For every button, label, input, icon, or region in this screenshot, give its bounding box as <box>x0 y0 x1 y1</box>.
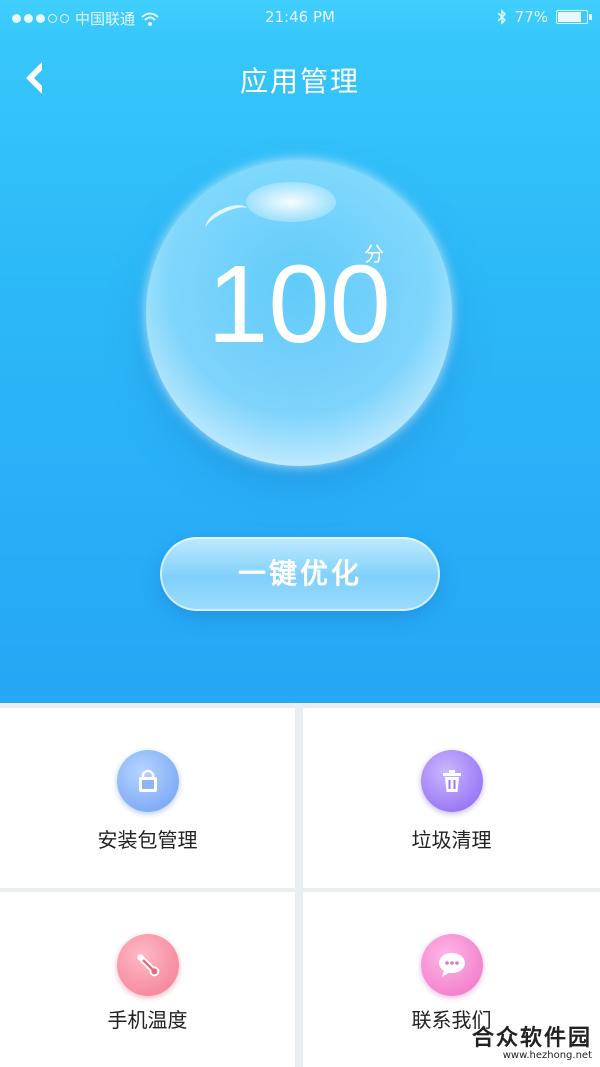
watermark-title: 合众软件园 <box>471 1026 592 1051</box>
grid-item-junk-clean[interactable]: 垃圾清理 <box>303 708 600 888</box>
score-unit: 分 <box>364 242 384 266</box>
grid-item-package-manager[interactable]: 安装包管理 <box>0 708 295 888</box>
grid-item-label: 安装包管理 <box>97 828 198 852</box>
watermark: 合众软件园 www.hezhong.net <box>472 1020 592 1061</box>
battery-fill <box>558 12 582 22</box>
battery-percent: 77% <box>514 8 548 26</box>
trash-icon <box>420 750 483 812</box>
score-value: 100 <box>207 243 391 366</box>
feature-grid: 安装包管理 垃圾清理 手机温度 联系我们 <box>0 703 600 1067</box>
thermometer-icon <box>116 934 179 996</box>
grid-item-label: 垃圾清理 <box>411 828 492 852</box>
orb-highlight <box>246 182 336 222</box>
shopping-bag-icon <box>116 750 179 812</box>
optimize-button[interactable]: 一键优化 <box>160 537 440 611</box>
grid-item-phone-temperature[interactable]: 手机温度 <box>0 892 295 1067</box>
chat-bubble-icon <box>420 934 483 996</box>
page-title: 应用管理 <box>239 65 360 98</box>
status-bar: 中国联通 21:46 PM 77% <box>0 0 600 36</box>
battery-icon <box>556 10 592 24</box>
orb-reflection <box>201 199 253 239</box>
score-orb: 100 分 <box>146 160 452 466</box>
bluetooth-icon <box>497 9 506 25</box>
status-right: 77% <box>497 8 592 26</box>
top-panel: 中国联通 21:46 PM 77% 应用管理 100 分 一键优化 <box>0 0 600 703</box>
grid-item-label: 手机温度 <box>107 1008 188 1032</box>
